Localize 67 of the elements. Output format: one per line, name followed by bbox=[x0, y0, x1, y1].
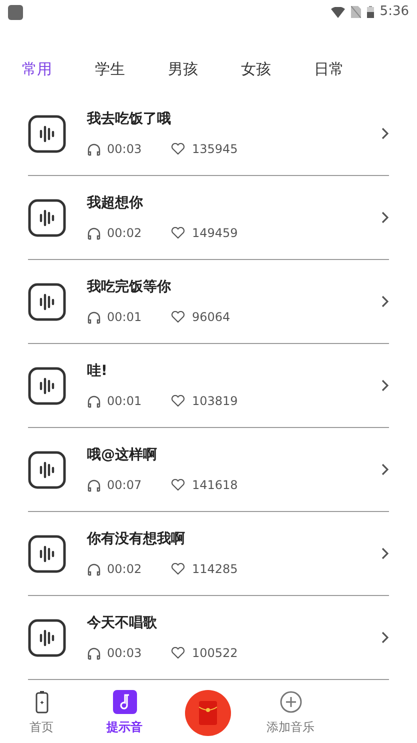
sound-wave-icon bbox=[28, 114, 66, 152]
sound-wave-icon bbox=[28, 366, 66, 404]
sound-title: 我去吃饭了哦 bbox=[87, 110, 172, 129]
like-count: 141618 bbox=[192, 477, 238, 494]
sound-wave-icon bbox=[28, 282, 66, 320]
status-time: 5:36 bbox=[380, 3, 409, 22]
category-tab[interactable]: 男孩 bbox=[168, 58, 233, 80]
heart-icon bbox=[171, 395, 185, 407]
chevron-right-icon[interactable] bbox=[381, 127, 389, 140]
sound-wave-icon bbox=[28, 450, 66, 488]
sound-wave-icon bbox=[28, 618, 66, 656]
envelope-icon bbox=[198, 701, 216, 725]
like-count: 103819 bbox=[192, 393, 238, 410]
like-count: 135945 bbox=[192, 141, 238, 158]
chevron-right-icon[interactable] bbox=[381, 295, 389, 308]
like-count: 149459 bbox=[192, 225, 238, 242]
music-note-icon bbox=[112, 690, 136, 714]
sound-duration: 00:03 bbox=[107, 141, 143, 158]
like-count: 100522 bbox=[192, 645, 238, 662]
nav-tab[interactable]: 首页 bbox=[0, 690, 83, 736]
headphones-icon bbox=[87, 226, 101, 240]
battery-icon bbox=[366, 6, 374, 18]
sound-duration: 00:01 bbox=[107, 309, 143, 326]
category-tab[interactable]: 女孩 bbox=[241, 58, 306, 80]
wifi-icon bbox=[330, 6, 345, 18]
sound-wave-icon bbox=[28, 534, 66, 572]
heart-icon bbox=[171, 311, 185, 323]
sound-wave-icon bbox=[28, 198, 66, 236]
sound-title: 我超想你 bbox=[87, 194, 144, 213]
like-count: 96064 bbox=[192, 309, 230, 326]
chevron-right-icon[interactable] bbox=[381, 547, 389, 560]
nav-tab[interactable]: 提示音 bbox=[83, 690, 166, 736]
no-sim-icon bbox=[350, 6, 361, 18]
sound-duration: 00:02 bbox=[107, 561, 143, 578]
chevron-right-icon[interactable] bbox=[381, 631, 389, 644]
headphones-icon bbox=[87, 478, 101, 492]
sound-title: 你有没有想我啊 bbox=[87, 530, 186, 549]
sound-title: 哇! bbox=[87, 362, 108, 381]
headphones-icon bbox=[87, 646, 101, 660]
heart-icon bbox=[171, 563, 185, 575]
category-tab[interactable]: 学生 bbox=[95, 58, 160, 80]
headphones-icon bbox=[87, 142, 101, 156]
nav-tab[interactable]: 添加音乐 bbox=[249, 690, 332, 736]
heart-icon bbox=[171, 647, 185, 659]
add-music-icon bbox=[278, 690, 302, 714]
sound-duration: 00:07 bbox=[107, 477, 143, 494]
chevron-right-icon[interactable] bbox=[381, 463, 389, 476]
chevron-right-icon[interactable] bbox=[381, 211, 389, 224]
category-tab[interactable]: 常用 bbox=[22, 58, 87, 80]
heart-icon bbox=[171, 227, 185, 239]
sound-duration: 00:02 bbox=[107, 225, 143, 242]
headphones-icon bbox=[87, 394, 101, 408]
heart-icon bbox=[171, 143, 185, 155]
sound-duration: 00:03 bbox=[107, 645, 143, 662]
sound-title: 我吃完饭等你 bbox=[87, 278, 172, 297]
app-notification-icon bbox=[8, 4, 23, 20]
sound-title: 今天不唱歌 bbox=[87, 614, 158, 633]
headphones-icon bbox=[87, 562, 101, 576]
like-count: 114285 bbox=[192, 561, 238, 578]
sound-title: 哦@这样啊 bbox=[87, 446, 158, 465]
chevron-right-icon[interactable] bbox=[381, 379, 389, 392]
category-tab[interactable]: 日常 bbox=[314, 58, 379, 80]
battery-icon bbox=[34, 690, 48, 714]
gift-envelope-button[interactable] bbox=[184, 690, 230, 736]
heart-icon bbox=[171, 479, 185, 491]
sound-duration: 00:01 bbox=[107, 393, 143, 410]
headphones-icon bbox=[87, 310, 101, 324]
